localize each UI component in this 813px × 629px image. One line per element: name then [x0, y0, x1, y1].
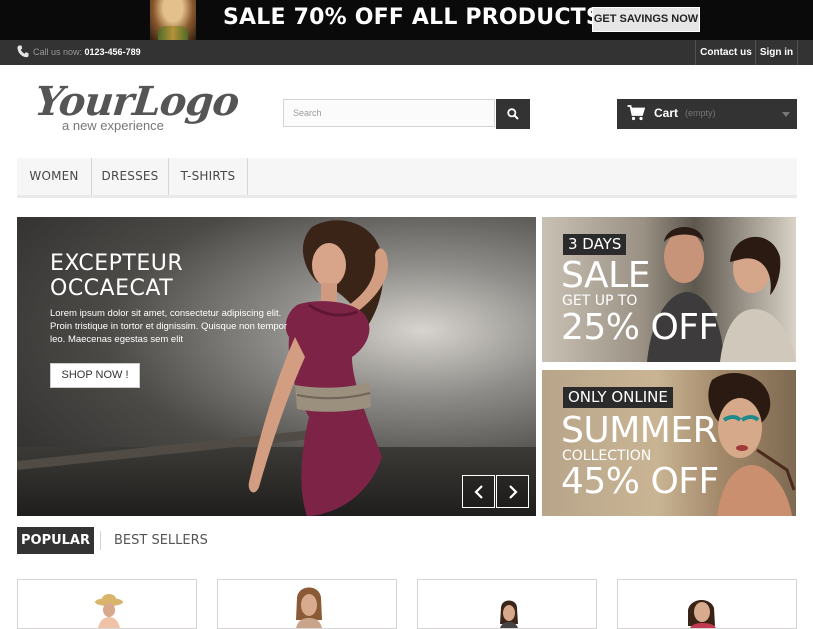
product-card[interactable] [417, 579, 597, 629]
phone-icon [17, 45, 29, 58]
banner-model-image [150, 0, 196, 40]
tab-divider [100, 531, 101, 550]
chevron-left-icon [474, 485, 483, 499]
sign-in-link[interactable]: Sign in [755, 40, 798, 65]
product-image [500, 600, 518, 628]
tile-sale-headline: SALE [561, 255, 650, 296]
hero-slider[interactable]: EXCEPTEUR OCCAECAT Lorem ipsum dolor sit… [17, 217, 536, 516]
menu-item-dresses[interactable]: DRESSES [92, 158, 169, 195]
tile-summer-tag: ONLY ONLINE [563, 387, 673, 408]
cart-icon [627, 105, 645, 121]
product-card[interactable] [617, 579, 797, 629]
tab-best-sellers[interactable]: BEST SELLERS [114, 527, 208, 554]
search-button[interactable] [496, 99, 530, 129]
contact-us-link[interactable]: Contact us [695, 40, 756, 65]
cart-status: (empty) [685, 108, 716, 118]
hero-model-image [248, 220, 388, 516]
product-image [95, 594, 123, 628]
phone-number: 0123-456-789 [84, 47, 141, 57]
chevron-right-icon [509, 485, 518, 499]
promo-banner[interactable]: SALE 70% OFF ALL PRODUCTS GET SAVINGS NO… [0, 0, 813, 40]
logo-tagline: a new experience [62, 118, 164, 133]
banner-headline: SALE 70% OFF ALL PRODUCTS [223, 5, 602, 30]
tile-sale-tag: 3 DAYS [563, 234, 627, 255]
main-menu: WOMEN DRESSES T-SHIRTS [17, 158, 797, 198]
hero-description: Lorem ipsum dolor sit amet, consectetur … [50, 308, 288, 345]
slider-prev-button[interactable] [462, 475, 495, 508]
search-icon [507, 108, 519, 120]
slider-next-button[interactable] [496, 475, 529, 508]
call-us-text: Call us now: 0123-456-789 [33, 47, 141, 57]
menu-item-women[interactable]: WOMEN [17, 158, 92, 195]
call-us-label: Call us now: [33, 47, 85, 57]
menu-item-t-shirts[interactable]: T-SHIRTS [169, 158, 248, 195]
shop-now-button[interactable]: SHOP NOW ! [50, 363, 140, 388]
product-image [296, 587, 322, 628]
cart-label: Cart [654, 106, 679, 120]
tab-popular[interactable]: POPULAR [17, 527, 94, 554]
product-card[interactable] [17, 579, 197, 629]
hero-title: EXCEPTEUR OCCAECAT [50, 251, 183, 301]
promo-tile-sale[interactable]: 3 DAYS SALE GET UP TO 25% OFF [542, 217, 796, 362]
hero-title-line2: OCCAECAT [50, 276, 174, 301]
promo-tile-summer[interactable]: ONLY ONLINE SUMMER COLLECTION 45% OFF [542, 370, 796, 516]
get-savings-button[interactable]: GET SAVINGS NOW [592, 7, 700, 32]
cart-button[interactable]: Cart (empty) [617, 99, 797, 129]
tile-sale-offer: 25% OFF [561, 307, 719, 348]
product-card[interactable] [217, 579, 397, 629]
tile-summer-headline: SUMMER [561, 410, 718, 451]
search-input[interactable] [283, 99, 495, 127]
hero-title-line1: EXCEPTEUR [50, 251, 184, 276]
product-image [688, 599, 716, 628]
site-logo[interactable]: YourLogo a new experience [33, 78, 241, 138]
tile-summer-offer: 45% OFF [561, 461, 719, 502]
chevron-down-icon [782, 112, 790, 117]
top-utility-bar: Call us now: 0123-456-789 Contact us Sig… [0, 40, 813, 65]
